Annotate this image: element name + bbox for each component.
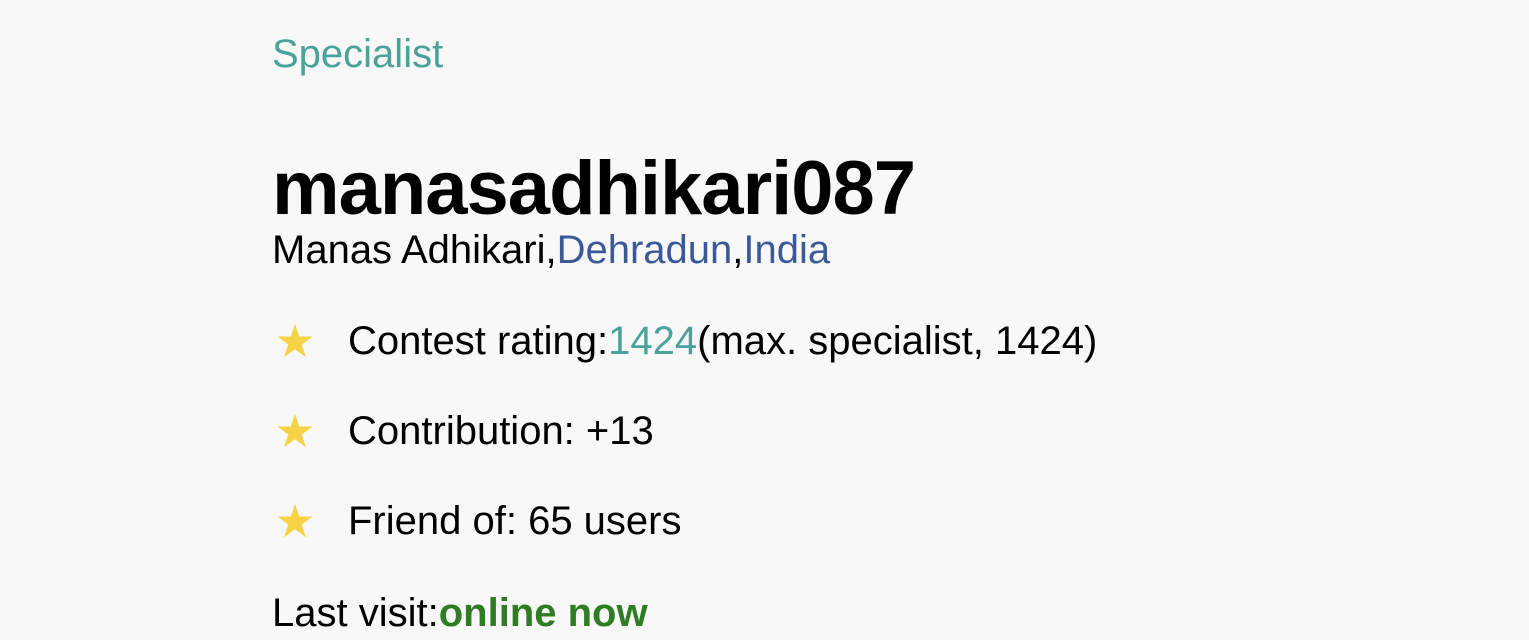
star-icon: ★ (274, 315, 316, 367)
last-visit-line: Last visit:online now (272, 589, 648, 637)
location-separator: , (732, 228, 744, 272)
contest-rating-label: Contest rating: (348, 319, 609, 363)
star-icon: ★ (274, 405, 316, 457)
contest-rating-text: Contest rating:1424(max. specialist, 142… (348, 317, 1097, 365)
user-rank: Specialist (272, 32, 444, 76)
country-link[interactable]: India (743, 228, 830, 272)
name-separator: , (545, 228, 557, 272)
max-rating-text: (max. specialist, 1424) (697, 319, 1098, 363)
online-status: online now (438, 591, 648, 635)
city-link[interactable]: Dehradun (557, 228, 733, 272)
contribution-text: Contribution: +13 (348, 409, 654, 453)
user-location-line: Manas Adhikari,Dehradun,India (272, 226, 830, 274)
friends-text: Friend of: 65 users (348, 499, 682, 543)
star-icon: ★ (274, 495, 316, 547)
user-handle: manasadhikari087 (272, 145, 916, 231)
last-visit-label: Last visit: (272, 591, 439, 635)
contest-rating-value-link[interactable]: 1424 (608, 319, 697, 363)
user-full-name: Manas Adhikari (272, 228, 546, 272)
